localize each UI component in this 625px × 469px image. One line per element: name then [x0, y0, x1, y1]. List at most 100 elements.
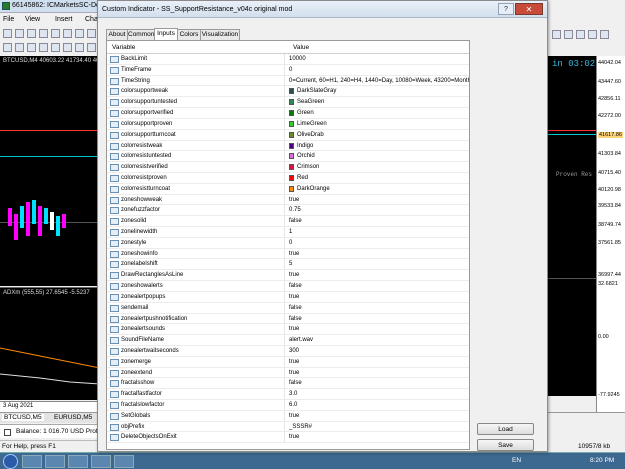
- variable-value[interactable]: DarkSlateGray: [289, 86, 469, 96]
- text-tool-icon[interactable]: [87, 43, 96, 52]
- start-button[interactable]: [3, 454, 18, 469]
- new-order-icon[interactable]: [87, 29, 96, 38]
- help-button[interactable]: ?: [498, 3, 514, 15]
- autoscroll-icon[interactable]: [588, 30, 597, 39]
- zoom-out-icon[interactable]: [564, 30, 573, 39]
- variable-value[interactable]: 1: [289, 227, 469, 237]
- table-row[interactable]: SetGlobals true: [107, 410, 469, 422]
- table-row[interactable]: colorsupportweak DarkSlateGray: [107, 86, 469, 98]
- variable-value[interactable]: DarkOrange: [289, 184, 469, 194]
- taskbar-explorer-icon[interactable]: [45, 455, 65, 468]
- channel-icon[interactable]: [63, 43, 72, 52]
- system-tray-icons[interactable]: [530, 458, 570, 466]
- table-row[interactable]: zonestyle 0: [107, 237, 469, 249]
- variable-value[interactable]: 3.0: [289, 389, 469, 399]
- variable-value[interactable]: Indigo: [289, 141, 469, 151]
- chart-right-part[interactable]: [548, 56, 596, 396]
- market-watch-icon[interactable]: [27, 29, 36, 38]
- data-window-icon[interactable]: [39, 29, 48, 38]
- tab-colors[interactable]: Colors: [177, 29, 201, 40]
- variable-value[interactable]: false: [289, 216, 469, 226]
- table-row[interactable]: BackLimit 10000: [107, 54, 469, 65]
- variable-value[interactable]: Green: [289, 108, 469, 118]
- terminal-icon[interactable]: [63, 29, 72, 38]
- table-row[interactable]: zonealertwaitseconds 300: [107, 345, 469, 357]
- menu-file[interactable]: File: [3, 16, 14, 23]
- table-row[interactable]: zonealertsounds true: [107, 324, 469, 336]
- tab-common[interactable]: Common: [127, 29, 155, 40]
- table-row[interactable]: TimeFrame 0: [107, 64, 469, 76]
- load-button[interactable]: Load: [477, 423, 534, 435]
- variable-value[interactable]: false: [289, 303, 469, 313]
- table-row[interactable]: colorresistproven Red: [107, 172, 469, 184]
- table-row[interactable]: DrawRectanglesAsLine true: [107, 270, 469, 282]
- variable-value[interactable]: 300: [289, 346, 469, 356]
- tile-icon[interactable]: [576, 30, 585, 39]
- new-chart-icon[interactable]: [3, 29, 12, 38]
- taskbar-ie-icon[interactable]: [22, 455, 42, 468]
- table-row[interactable]: colorsupportproven LimeGreen: [107, 118, 469, 130]
- variable-value[interactable]: LimeGreen: [289, 119, 469, 129]
- table-row[interactable]: zonelabelshift 5: [107, 259, 469, 271]
- profiles-icon[interactable]: [15, 29, 24, 38]
- variable-value[interactable]: 0=Current, 60=H1, 240=H4, 1440=Day, 1008…: [289, 76, 469, 86]
- table-row[interactable]: colorresistweak Indigo: [107, 140, 469, 152]
- table-row[interactable]: zonesolid false: [107, 216, 469, 227]
- indicator-subwindow[interactable]: ADXm (555,55) 27.6545 -5.5237: [0, 287, 100, 400]
- variable-value[interactable]: _SSSR#: [289, 422, 469, 432]
- variable-value[interactable]: 6.0: [289, 400, 469, 410]
- cursor-icon[interactable]: [3, 43, 12, 52]
- variable-value[interactable]: true: [289, 249, 469, 259]
- variable-value[interactable]: false: [289, 378, 469, 388]
- save-button[interactable]: Save: [477, 439, 534, 451]
- taskbar-mt4-icon[interactable]: [114, 455, 134, 468]
- variable-value[interactable]: 0.75: [289, 205, 469, 215]
- table-row[interactable]: zoneshowinfo true: [107, 248, 469, 260]
- table-row[interactable]: colorresistverified Crimson: [107, 162, 469, 173]
- variable-value[interactable]: true: [289, 195, 469, 205]
- tab-about[interactable]: About: [106, 29, 128, 40]
- navigator-icon[interactable]: [51, 29, 60, 38]
- clock[interactable]: 8:20 PM: [590, 457, 614, 464]
- table-row[interactable]: fractalfastfactor 3.0: [107, 389, 469, 400]
- taskbar-chrome-icon[interactable]: [91, 455, 111, 468]
- variable-value[interactable]: 10000: [289, 54, 469, 64]
- variable-value[interactable]: Red: [289, 173, 469, 183]
- variable-value[interactable]: 0: [289, 65, 469, 75]
- variable-value[interactable]: true: [289, 432, 469, 442]
- table-row[interactable]: DeleteObjectsOnExit true: [107, 432, 469, 444]
- menu-view[interactable]: View: [25, 16, 40, 23]
- table-row[interactable]: sendemail false: [107, 302, 469, 314]
- table-row[interactable]: zonealertpushnotification false: [107, 313, 469, 325]
- table-row[interactable]: colorsupportturncoat OliveDrab: [107, 129, 469, 141]
- table-row[interactable]: colorsupportuntested SeaGreen: [107, 97, 469, 109]
- vertical-line-icon[interactable]: [27, 43, 36, 52]
- column-value[interactable]: Value: [293, 44, 309, 51]
- table-row[interactable]: SoundFileName alert.wav: [107, 335, 469, 346]
- table-row[interactable]: zoneextend true: [107, 367, 469, 379]
- variable-value[interactable]: false: [289, 281, 469, 291]
- tab-visualization[interactable]: Visualization: [200, 29, 240, 40]
- close-button[interactable]: ✕: [515, 3, 543, 15]
- variable-value[interactable]: true: [289, 324, 469, 334]
- fibonacci-icon[interactable]: [75, 43, 84, 52]
- table-row[interactable]: zoneshowweak true: [107, 194, 469, 206]
- variable-value[interactable]: true: [289, 270, 469, 280]
- chart-shift-icon[interactable]: [600, 30, 609, 39]
- zoom-in-icon[interactable]: [552, 30, 561, 39]
- variable-value[interactable]: 5: [289, 259, 469, 269]
- trendline-icon[interactable]: [51, 43, 60, 52]
- table-row[interactable]: TimeString 0=Current, 60=H1, 240=H4, 1440…: [107, 75, 469, 87]
- variable-value[interactable]: true: [289, 292, 469, 302]
- table-row[interactable]: colorsupportverified Green: [107, 108, 469, 119]
- tab-eurusd[interactable]: EURUSD,M5: [52, 414, 94, 421]
- menu-insert[interactable]: Insert: [55, 16, 73, 23]
- menu-charts[interactable]: Cha: [85, 16, 98, 23]
- variable-value[interactable]: alert.wav: [289, 335, 469, 345]
- variable-value[interactable]: SeaGreen: [289, 97, 469, 107]
- variable-value[interactable]: false: [289, 314, 469, 324]
- table-row[interactable]: fractalslowfactor 6.0: [107, 400, 469, 411]
- language-indicator[interactable]: EN: [512, 457, 521, 464]
- variable-value[interactable]: true: [289, 411, 469, 421]
- table-row[interactable]: zonemerge true: [107, 356, 469, 368]
